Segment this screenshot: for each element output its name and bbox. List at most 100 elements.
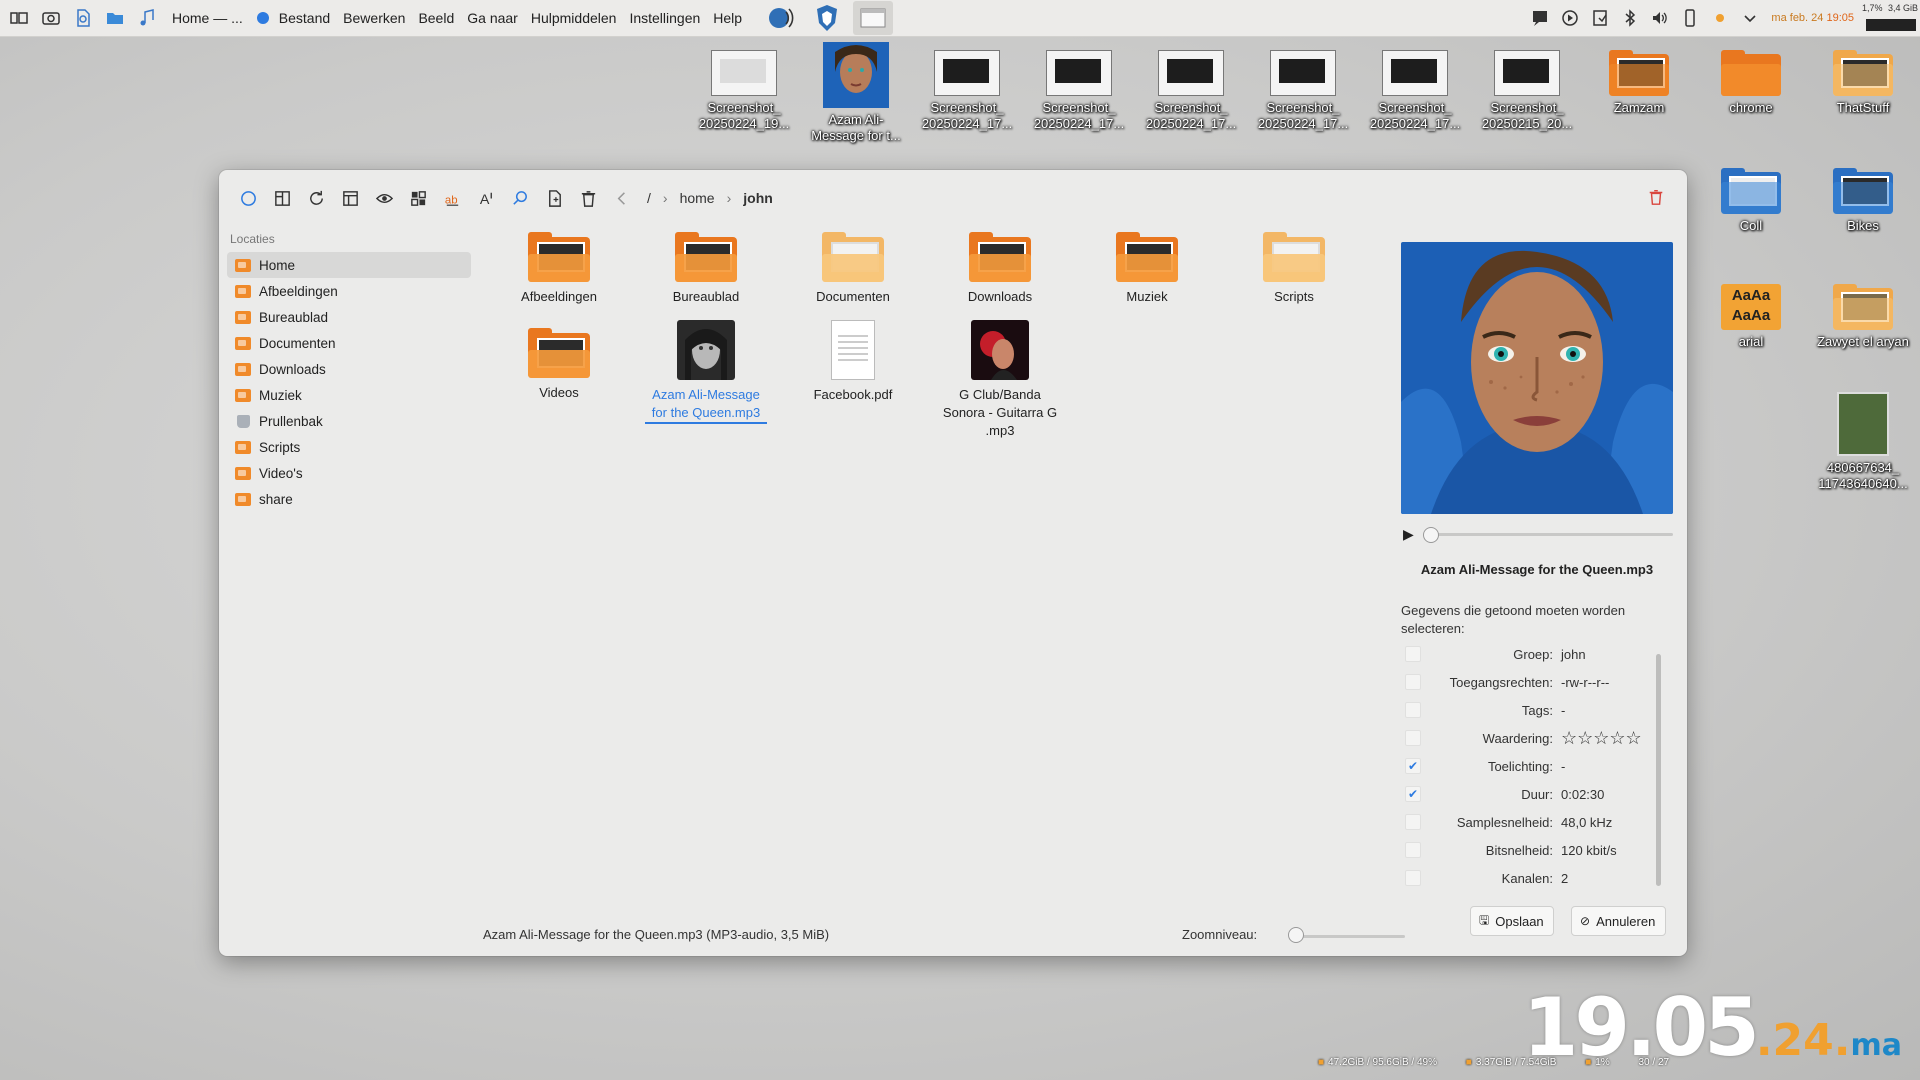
desktop-icon-image-file[interactable]: 480667634_ 11743640640...: [1813, 392, 1913, 492]
desktop-icon-audio-file[interactable]: Azam Ali- Message for t...: [806, 42, 906, 144]
properties-scrollbar[interactable]: [1656, 654, 1661, 886]
sidebar-item-documenten[interactable]: Documenten: [227, 330, 471, 356]
sidebar-item-afbeeldingen[interactable]: Afbeeldingen: [227, 278, 471, 304]
chevron-down-icon[interactable]: [1735, 3, 1765, 33]
sidebar-item-videos[interactable]: Video's: [227, 460, 471, 486]
property-checkbox[interactable]: [1405, 702, 1421, 718]
details-view-button[interactable]: [333, 181, 367, 215]
desktop-icon-screenshot[interactable]: Screenshot_ 20250224_17...: [1365, 50, 1465, 132]
property-checkbox-checked[interactable]: ✔: [1405, 786, 1421, 802]
show-hidden-button[interactable]: [367, 181, 401, 215]
rating-stars[interactable]: ☆☆☆☆☆: [1561, 728, 1663, 749]
menu-help[interactable]: Help: [713, 10, 742, 26]
sidebar-item-share[interactable]: share: [227, 486, 471, 512]
menu-beeld[interactable]: Beeld: [418, 10, 454, 26]
zoom-slider[interactable]: [1295, 935, 1405, 938]
zoom-slider-handle[interactable]: [1288, 927, 1304, 943]
slider-handle[interactable]: [1423, 526, 1439, 543]
desktop-icon-screenshot[interactable]: Screenshot_ 20250215_20...: [1477, 50, 1577, 132]
menu-instellingen[interactable]: Instellingen: [629, 10, 700, 26]
back-button[interactable]: [605, 181, 639, 215]
active-window-title[interactable]: Home — ...: [172, 10, 243, 26]
property-checkbox[interactable]: [1405, 814, 1421, 830]
clipboard-icon[interactable]: [1585, 3, 1615, 33]
desktop-icon-screenshot[interactable]: Screenshot_ 20250224_17...: [1029, 50, 1129, 132]
file-item-afbeeldingen[interactable]: Afbeeldingen: [489, 232, 629, 306]
sidebar-item-home[interactable]: Home: [227, 252, 471, 278]
sidebar-item-bureaublad[interactable]: Bureaublad: [227, 304, 471, 330]
property-checkbox[interactable]: [1405, 842, 1421, 858]
media-play-icon[interactable]: [1555, 3, 1585, 33]
music-player-icon[interactable]: [134, 5, 160, 31]
menu-ga-naar[interactable]: Ga naar: [467, 10, 518, 26]
taskbar-audio-app-icon[interactable]: [761, 1, 801, 35]
desktop-icon-label: Screenshot_: [930, 100, 1004, 115]
sidebar-item-prullenbak[interactable]: Prullenbak: [227, 408, 471, 434]
desktop-icon-folder-coll[interactable]: Coll: [1701, 168, 1801, 234]
playback-slider[interactable]: [1423, 526, 1673, 543]
delete-button[interactable]: [571, 181, 605, 215]
file-item-documenten[interactable]: Documenten: [783, 232, 923, 306]
desktop-icon-screenshot[interactable]: Screenshot_ 20250224_17...: [1141, 50, 1241, 132]
file-item-gclub-mp3[interactable]: G Club/Banda Sonora - Guitarra G .mp3: [930, 320, 1070, 440]
clock[interactable]: ma feb. 24 19:05: [1771, 12, 1854, 24]
split-view-button[interactable]: [265, 181, 299, 215]
property-checkbox[interactable]: [1405, 646, 1421, 662]
menu-bestand[interactable]: Bestand: [279, 10, 330, 26]
overview-icon[interactable]: [6, 5, 32, 31]
file-item-azam-ali-mp3[interactable]: Azam Ali-Message for the Queen.mp3: [636, 320, 776, 424]
trash-icon[interactable]: [1641, 182, 1671, 212]
document-viewer-icon[interactable]: [70, 5, 96, 31]
places-toggle-button[interactable]: [231, 181, 265, 215]
weather-icon[interactable]: [1705, 3, 1735, 33]
refresh-button[interactable]: [299, 181, 333, 215]
screenshot-icon[interactable]: [38, 5, 64, 31]
property-value[interactable]: -: [1561, 759, 1663, 774]
property-row-toelichting: ✔ Toelichting: -: [1401, 752, 1663, 780]
bluetooth-icon[interactable]: [1615, 3, 1645, 33]
desktop-icon-screenshot[interactable]: Screenshot_ 20250224_17...: [1253, 50, 1353, 132]
sidebar-item-scripts[interactable]: Scripts: [227, 434, 471, 460]
phone-icon[interactable]: [1675, 3, 1705, 33]
search-button[interactable]: [503, 181, 537, 215]
menu-hulpmiddelen[interactable]: Hulpmiddelen: [531, 10, 617, 26]
notes-icon[interactable]: [1525, 3, 1555, 33]
property-checkbox[interactable]: [1405, 870, 1421, 886]
breadcrumb-root[interactable]: /: [647, 190, 651, 206]
font-size-button[interactable]: A: [469, 181, 503, 215]
property-key: Bitsnelheid:: [1485, 842, 1553, 858]
desktop-icon-font-arial[interactable]: AaAa AaAa arial: [1701, 284, 1801, 350]
property-checkbox[interactable]: [1405, 730, 1421, 746]
taskbar-window-icon[interactable]: [853, 1, 894, 35]
file-item-muziek[interactable]: Muziek: [1077, 232, 1217, 306]
file-item-scripts[interactable]: Scripts: [1224, 232, 1364, 306]
sidebar-item-downloads[interactable]: Downloads: [227, 356, 471, 382]
desktop-icon-screenshot[interactable]: Screenshot_ 20250224_17...: [917, 50, 1017, 132]
folder-icon: [675, 232, 737, 282]
file-manager-icon[interactable]: [102, 5, 128, 31]
icon-view-button[interactable]: [401, 181, 435, 215]
breadcrumb-current[interactable]: john: [743, 190, 773, 206]
volume-icon[interactable]: [1645, 3, 1675, 33]
desktop-icon-folder-thatstuff[interactable]: ThatStuff: [1813, 50, 1913, 116]
file-item-facebook-pdf[interactable]: Facebook.pdf: [783, 320, 923, 404]
file-item-bureaublad[interactable]: Bureaublad: [636, 232, 776, 306]
rename-button[interactable]: ab: [435, 181, 469, 215]
play-icon[interactable]: ▶: [1403, 526, 1423, 543]
taskbar-brave-icon[interactable]: [807, 1, 847, 35]
new-file-button[interactable]: [537, 181, 571, 215]
breadcrumb-home[interactable]: home: [680, 190, 715, 206]
file-item-downloads[interactable]: Downloads: [930, 232, 1070, 306]
sidebar-item-muziek[interactable]: Muziek: [227, 382, 471, 408]
file-item-videos[interactable]: Videos: [489, 328, 629, 402]
desktop-icon-folder-chrome[interactable]: chrome: [1701, 50, 1801, 116]
desktop-icon-folder-bikes[interactable]: Bikes: [1813, 168, 1913, 234]
property-value[interactable]: -: [1561, 703, 1663, 718]
property-checkbox[interactable]: [1405, 674, 1421, 690]
desktop-icon-screenshot[interactable]: Screenshot_ 20250224_19...: [694, 50, 794, 132]
desktop-icon-folder-zawyet[interactable]: Zawyet el aryan: [1813, 284, 1913, 350]
desktop-icon-folder-zamzam[interactable]: Zamzam: [1589, 50, 1689, 116]
system-monitor[interactable]: 1,7% 3,4 GiB: [1862, 1, 1920, 35]
property-checkbox-checked[interactable]: ✔: [1405, 758, 1421, 774]
menu-bewerken[interactable]: Bewerken: [343, 10, 405, 26]
